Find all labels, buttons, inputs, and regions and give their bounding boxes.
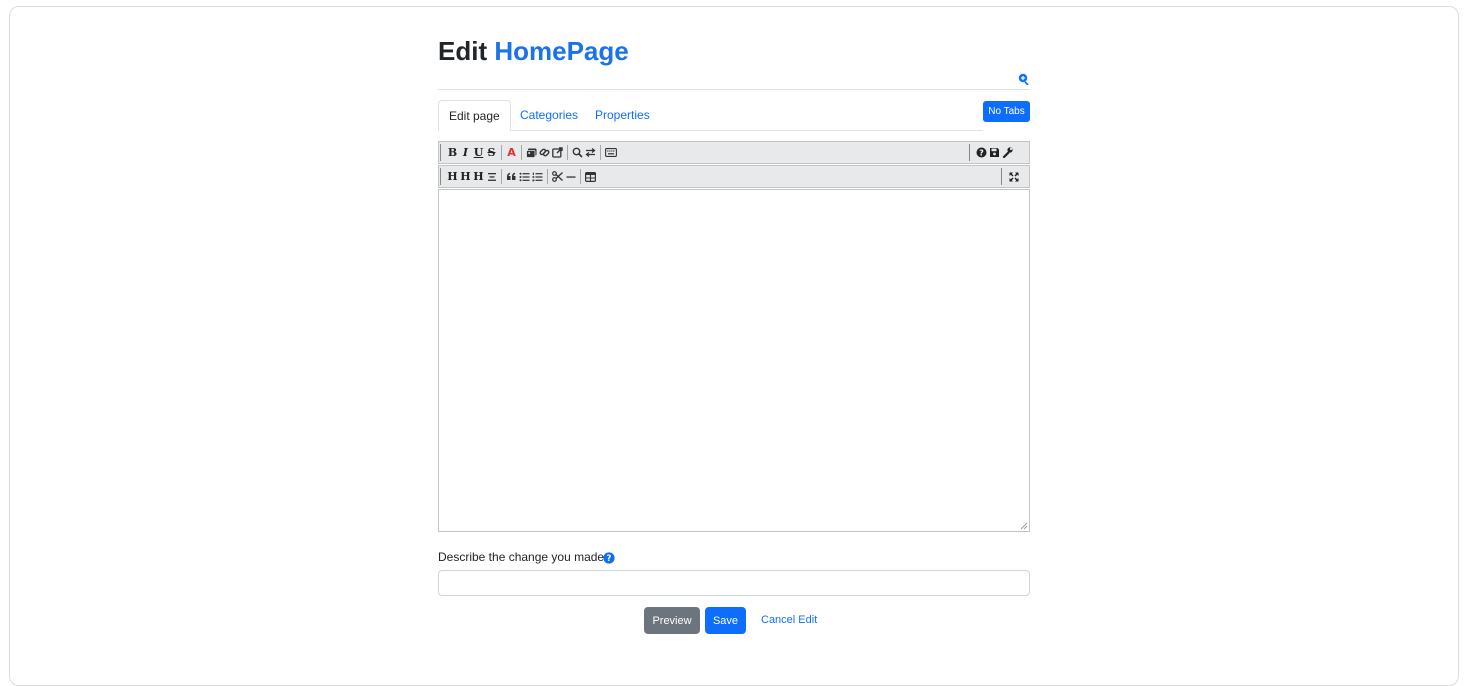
editor-textarea[interactable]	[438, 189, 1030, 532]
fullscreen-icon[interactable]	[1007, 166, 1020, 187]
save-icon[interactable]	[988, 142, 1001, 163]
page-title-name: HomePage	[494, 36, 629, 66]
toolbar-grip	[969, 144, 970, 161]
ordered-list-icon[interactable]	[531, 166, 544, 187]
settings-wrench-icon[interactable]	[1001, 142, 1014, 163]
toolbar-separator	[567, 145, 568, 160]
save-button[interactable]: Save	[705, 607, 746, 634]
describe-change-label: Describe the change you made	[438, 550, 605, 564]
text-color-icon[interactable]: A	[505, 142, 518, 163]
bold-icon[interactable]: B	[446, 142, 459, 163]
page-title-prefix: Edit	[438, 36, 488, 66]
toolbar-grip	[1001, 168, 1002, 185]
unordered-list-icon[interactable]	[518, 166, 531, 187]
cut-icon[interactable]	[551, 166, 564, 187]
tab-edit-page[interactable]: Edit page	[438, 100, 511, 131]
svg-text:?: ?	[607, 554, 612, 564]
describe-change-input[interactable]	[438, 570, 1030, 596]
resize-grip-icon[interactable]	[1020, 522, 1028, 530]
editor-toolbar-row-1: B I U S A ?	[438, 141, 1030, 164]
replace-icon[interactable]	[584, 142, 597, 163]
zoom-in-icon[interactable]	[1018, 73, 1030, 85]
tab-properties[interactable]: Properties	[585, 100, 660, 130]
no-tabs-button[interactable]: No Tabs	[983, 101, 1030, 122]
svg-text:?: ?	[979, 148, 984, 157]
preview-button[interactable]: Preview	[644, 607, 700, 634]
underline-icon[interactable]: U	[472, 142, 485, 163]
question-circle-icon[interactable]: ?	[603, 552, 615, 564]
find-icon[interactable]	[571, 142, 584, 163]
table-icon[interactable]	[584, 166, 597, 187]
heading-3-icon[interactable]: H	[472, 166, 485, 187]
heading-1-icon[interactable]: H	[446, 166, 459, 187]
image-icon[interactable]	[525, 142, 538, 163]
toolbar-grip	[440, 144, 441, 161]
horizontal-rule-icon[interactable]	[564, 166, 577, 187]
italic-icon[interactable]: I	[459, 142, 472, 163]
help-icon[interactable]: ?	[975, 142, 988, 163]
blockquote-icon[interactable]	[505, 166, 518, 187]
toolbar-separator	[580, 169, 581, 184]
toolbar-separator	[521, 145, 522, 160]
tab-categories[interactable]: Categories	[510, 100, 588, 130]
toolbar-grip	[440, 168, 441, 185]
align-center-icon[interactable]	[485, 166, 498, 187]
external-link-icon[interactable]	[551, 142, 564, 163]
editor-toolbar-row-2: H H H	[438, 165, 1030, 188]
cancel-edit-link[interactable]: Cancel Edit	[761, 607, 817, 634]
heading-2-icon[interactable]: H	[459, 166, 472, 187]
link-icon[interactable]	[538, 142, 551, 163]
page-title: Edit HomePage	[438, 36, 629, 67]
toolbar-separator	[501, 169, 502, 184]
keyboard-icon[interactable]	[604, 142, 618, 163]
toolbar-separator	[501, 145, 502, 160]
toolbar-separator	[600, 145, 601, 160]
edit-tabs: Edit page Categories Properties	[438, 100, 983, 131]
title-divider	[438, 89, 1030, 90]
strikethrough-icon[interactable]: S	[485, 142, 498, 163]
toolbar-separator	[547, 169, 548, 184]
